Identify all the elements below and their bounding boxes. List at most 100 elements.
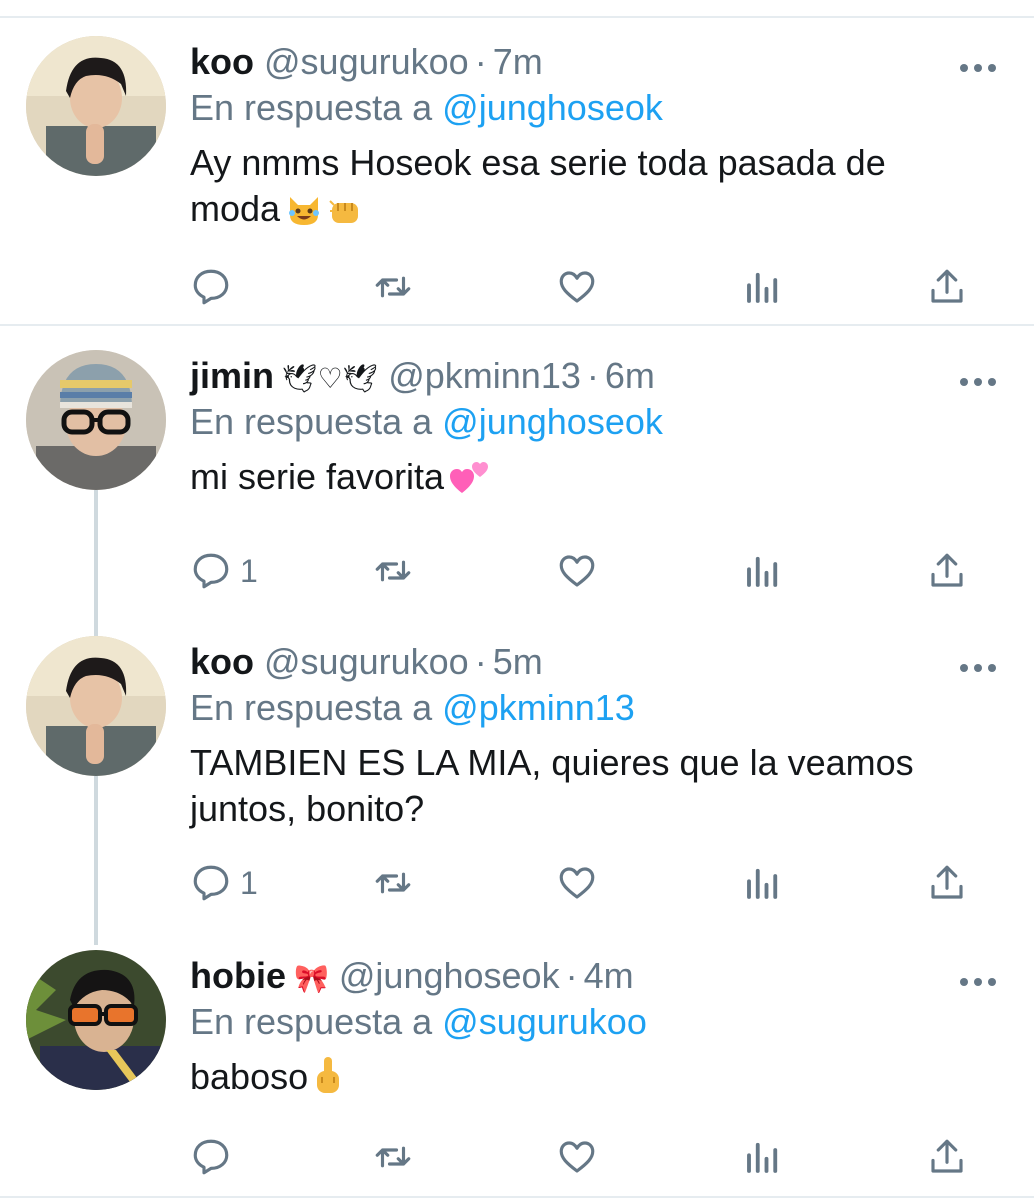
bottom-divider [0,1196,1034,1198]
user-handle[interactable]: @sugurukoo [264,641,469,682]
separator-dot: · [586,355,599,396]
share-button[interactable] [926,1132,968,1182]
avatar[interactable] [26,350,166,490]
analytics-button[interactable] [742,546,784,596]
retweet-icon [375,872,411,894]
timestamp[interactable]: 7m [493,41,543,82]
reply-button[interactable]: 1 [190,858,258,908]
analytics-button[interactable] [742,1132,784,1182]
share-icon [931,1139,963,1173]
tweet-header: koo @sugurukoo · 5m [190,640,543,684]
heart-icon [559,555,595,587]
display-name[interactable]: hobie [190,955,286,996]
middle-finger-emoji [314,1055,342,1106]
timestamp[interactable]: 6m [605,355,655,396]
more-options-icon[interactable] [958,974,998,990]
retweet-icon [375,1146,411,1168]
like-button[interactable] [556,262,598,312]
tweet-text-content: baboso [190,1056,309,1097]
analytics-button[interactable] [742,858,784,908]
reply-count: 1 [240,864,258,901]
reply-context: En respuesta a @junghoseok [190,86,663,130]
reply-button[interactable]: 1 [190,546,258,596]
share-icon [931,269,963,303]
heart-icon [559,867,595,899]
tweet-text: baboso [190,1054,970,1106]
mention-link[interactable]: @pkminn13 [442,687,635,728]
comment-icon [193,269,229,305]
tweet-text: Ay nmms Hoseok esa serie toda pasada de … [190,140,970,238]
reply-count: 1 [240,552,258,589]
avatar[interactable] [26,36,166,176]
share-button[interactable] [926,546,968,596]
mention-link[interactable]: @sugurukoo [442,1001,647,1042]
retweet-button[interactable] [372,262,414,312]
retweet-icon [375,276,411,298]
more-options-icon[interactable] [958,660,998,676]
tweet-header: hobie 🎀 @junghoseok · 4m [190,954,634,1001]
user-handle[interactable]: @junghoseok [339,955,560,996]
reply-button[interactable] [190,1132,240,1182]
timestamp[interactable]: 4m [584,955,634,996]
avatar[interactable] [26,950,166,1090]
tweet-header: jimin 🕊♡🕊 @pkminn13 · 6m [190,354,655,401]
tweet-text: TAMBIEN ES LA MIA, quieres que la veamos… [190,740,970,832]
mention-link[interactable]: @junghoseok [442,87,663,128]
analytics-button[interactable] [742,262,784,312]
analytics-icon [747,556,778,587]
tweet-actions: 1 [190,546,990,596]
name-decoration: 🎀 [294,963,329,994]
reply-button[interactable] [190,262,240,312]
share-icon [931,553,963,587]
user-handle[interactable]: @sugurukoo [264,41,469,82]
reply-context: En respuesta a @sugurukoo [190,1000,647,1044]
reply-prefix: En respuesta a [190,401,433,442]
display-name[interactable]: koo [190,641,254,682]
tweet-text-content: TAMBIEN ES LA MIA, quieres que la veamos… [190,742,914,829]
share-button[interactable] [926,858,968,908]
heart-icon [559,1141,595,1173]
display-name[interactable]: koo [190,41,254,82]
comment-icon [193,553,229,589]
separator-dot: · [565,955,578,996]
more-options-icon[interactable] [958,60,998,76]
analytics-icon [747,1142,778,1173]
reply-prefix: En respuesta a [190,687,433,728]
more-options-icon[interactable] [958,374,998,390]
retweet-button[interactable] [372,858,414,908]
display-name[interactable]: jimin [190,355,274,396]
comment-icon [193,1139,229,1175]
heart-icon [559,271,595,303]
like-button[interactable] [556,858,598,908]
timestamp[interactable]: 5m [493,641,543,682]
separator-dot: · [474,641,487,682]
tweet-actions [190,262,990,312]
avatar[interactable] [26,636,166,776]
tweet-divider [0,324,1034,326]
tweet-header: koo @sugurukoo · 7m [190,40,543,84]
like-button[interactable] [556,1132,598,1182]
retweet-button[interactable] [372,1132,414,1182]
two-hearts-emoji [450,459,490,506]
tweet-text-content: mi serie favorita [190,456,445,497]
reply-prefix: En respuesta a [190,1001,433,1042]
analytics-icon [747,868,778,899]
top-divider [0,16,1034,18]
like-button[interactable] [556,546,598,596]
laughing-cat-emoji [286,192,322,238]
name-decoration: 🕊♡🕊 [282,363,379,394]
tweet-actions [190,1132,990,1182]
share-button[interactable] [926,262,968,312]
reply-prefix: En respuesta a [190,87,433,128]
retweet-icon [375,560,411,582]
tweet-text: mi serie favorita [190,454,970,506]
reply-context: En respuesta a @pkminn13 [190,686,635,730]
reply-context: En respuesta a @junghoseok [190,400,663,444]
analytics-icon [747,272,778,303]
retweet-button[interactable] [372,546,414,596]
comment-icon [193,865,229,901]
tweet-actions: 1 [190,858,990,908]
mention-link[interactable]: @junghoseok [442,401,663,442]
separator-dot: · [474,41,487,82]
user-handle[interactable]: @pkminn13 [388,355,581,396]
